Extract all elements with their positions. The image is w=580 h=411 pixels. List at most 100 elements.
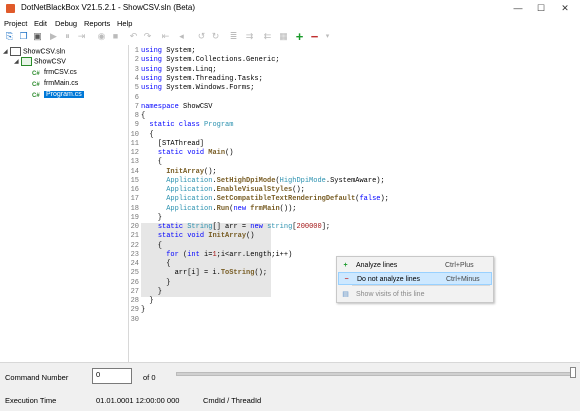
code-line[interactable]: 14 InitArray(); xyxy=(129,168,580,177)
outdent-icon[interactable]: ⇇ xyxy=(262,31,273,42)
code-line[interactable]: 12 static void Main() xyxy=(129,149,580,158)
line-number: 25 xyxy=(130,269,139,278)
code-text: InitArray(); xyxy=(166,167,217,176)
minimize-button[interactable]: — xyxy=(508,2,528,14)
code-text: using System; xyxy=(141,47,196,56)
analyze-minus-icon[interactable]: − xyxy=(309,30,320,43)
line-number: 8 xyxy=(134,112,139,121)
new-icon[interactable]: ⎘ xyxy=(4,31,15,42)
csharp-file-icon: C# xyxy=(32,81,40,88)
code-text: static void Main() xyxy=(157,149,234,158)
code-line[interactable]: 4 using System.Threading.Tasks; xyxy=(129,75,580,84)
code-line[interactable]: 30 xyxy=(129,316,580,325)
line-number: 6 xyxy=(134,93,139,102)
line-number: 3 xyxy=(134,65,139,74)
code-line[interactable]: 15 Application.SetHighDpiMode(HighDpiMod… xyxy=(129,177,580,186)
open-icon[interactable]: ❐ xyxy=(18,31,29,42)
code-line[interactable]: 1 using System; xyxy=(129,47,580,56)
code-line[interactable]: 3 using System.Linq; xyxy=(129,66,580,75)
code-text: } xyxy=(141,278,171,287)
prev-icon[interactable]: ◂ xyxy=(176,31,187,42)
tree-item-file[interactable]: C# frmCSV.cs xyxy=(32,68,77,78)
menu-edit[interactable]: Edit xyxy=(34,19,47,28)
expand-icon[interactable]: ◢ xyxy=(14,57,21,67)
analyze-plus-icon[interactable]: + xyxy=(294,30,305,43)
menu-item-do-not-analyze-lines[interactable]: − Do not analyze lines Ctrl+Minus xyxy=(338,272,492,285)
indent-icon[interactable]: ⇉ xyxy=(244,31,255,42)
code-text: } xyxy=(141,297,154,306)
plus-icon: + xyxy=(343,262,348,269)
tree-item-file[interactable]: C# frmMain.cs xyxy=(32,79,78,89)
line-number: 7 xyxy=(134,102,139,111)
code-line[interactable]: 11 [STAThread] xyxy=(129,140,580,149)
pause-icon[interactable]: ⏸ xyxy=(62,31,73,42)
minus-icon: − xyxy=(344,276,349,283)
menu-reports[interactable]: Reports xyxy=(84,19,110,28)
code-line[interactable]: 2 using System.Collections.Generic; xyxy=(129,56,580,65)
menu-item-show-visits[interactable]: ▤ Show visits of this line xyxy=(338,288,492,301)
line-number: 19 xyxy=(130,213,139,222)
code-line[interactable]: 6 xyxy=(129,94,580,103)
expand-icon[interactable]: ◢ xyxy=(3,47,10,57)
code-line[interactable]: 5 using System.Windows.Forms; xyxy=(129,84,580,93)
menu-debug[interactable]: Debug xyxy=(55,19,77,28)
line-number: 24 xyxy=(130,260,139,269)
tree-item-project[interactable]: ◢ ShowCSV xyxy=(14,57,66,67)
redo-icon[interactable]: ↻ xyxy=(210,31,221,42)
undo-icon[interactable]: ↺ xyxy=(196,31,207,42)
execution-time-value: 01.01.0001 12:00:00 000 xyxy=(96,396,180,405)
tree-item-file-selected[interactable]: C# Program.cs xyxy=(32,90,84,100)
first-icon[interactable]: ⇤ xyxy=(160,31,171,42)
code-line[interactable]: 16 Application.EnableVisualStyles(); xyxy=(129,186,580,195)
stop-icon[interactable]: ■ xyxy=(110,31,121,42)
back-icon[interactable]: ↶ xyxy=(128,31,139,42)
code-line[interactable]: 19 } xyxy=(129,214,580,223)
close-button[interactable]: ✕ xyxy=(555,2,575,14)
code-text: namespace ShowCSV xyxy=(141,102,213,111)
forward-icon[interactable]: ↷ xyxy=(142,31,153,42)
app-icon xyxy=(6,4,15,13)
code-line[interactable]: 21 static void InitArray() xyxy=(129,232,580,241)
code-line[interactable]: 29} xyxy=(129,306,580,315)
code-line[interactable]: 13 { xyxy=(129,158,580,167)
menu-separator xyxy=(352,285,490,286)
code-text: Application.EnableVisualStyles(); xyxy=(166,186,305,195)
maximize-button[interactable]: ☐ xyxy=(531,2,551,14)
command-number-label: Command Number xyxy=(5,373,69,382)
bottom-panel: Command Number 0 of 0 Execution Time 01.… xyxy=(0,362,580,411)
code-text: { xyxy=(141,260,171,269)
line-number: 23 xyxy=(130,250,139,259)
command-slider[interactable] xyxy=(176,372,576,376)
menu-help[interactable]: Help xyxy=(117,19,132,28)
code-text: { xyxy=(141,112,146,121)
slider-thumb[interactable] xyxy=(570,367,576,378)
step-icon[interactable]: ⇥ xyxy=(76,31,87,42)
code-line[interactable]: 22 { xyxy=(129,242,580,251)
code-line[interactable]: 17 Application.SetCompatibleTextRenderin… xyxy=(129,195,580,204)
window-title: DotNetBlackBox V21.5.2.1 - ShowCSV.sln (… xyxy=(21,3,196,12)
code-line[interactable]: 10 { xyxy=(129,131,580,140)
run-icon[interactable]: ▶ xyxy=(48,31,59,42)
menu-project[interactable]: Project xyxy=(4,19,27,28)
record-icon[interactable]: ◉ xyxy=(96,31,107,42)
code-line[interactable]: 8{ xyxy=(129,112,580,121)
code-line[interactable]: 9 static class Program xyxy=(129,121,580,130)
code-editor[interactable]: 1 using System; 2 using System.Collections.… xyxy=(129,45,580,362)
code-line[interactable]: 20 static String[] arr = new string[2000… xyxy=(129,223,580,232)
table-icon[interactable]: ▦ xyxy=(278,31,289,42)
list-icon[interactable]: ≣ xyxy=(228,31,239,42)
tree-item-solution[interactable]: ◢ ShowCSV.sln xyxy=(3,47,65,57)
dropdown-icon[interactable]: ▾ xyxy=(322,31,333,42)
code-line[interactable]: 18 Application.Run(new frmMain()); xyxy=(129,205,580,214)
command-count-label: of 0 xyxy=(143,373,156,382)
menu-item-analyze-lines[interactable]: + Analyze lines Ctrl+Plus xyxy=(338,259,492,272)
code-text: [STAThread] xyxy=(141,139,205,148)
code-text: { xyxy=(141,241,163,250)
code-text: } xyxy=(141,287,163,296)
code-line[interactable]: 7 namespace ShowCSV xyxy=(129,103,580,112)
save-icon[interactable]: ▣ xyxy=(32,31,43,42)
command-number-input[interactable]: 0 xyxy=(92,368,132,384)
line-number: 10 xyxy=(130,130,139,139)
project-icon xyxy=(21,57,32,66)
line-number: 12 xyxy=(130,149,139,158)
